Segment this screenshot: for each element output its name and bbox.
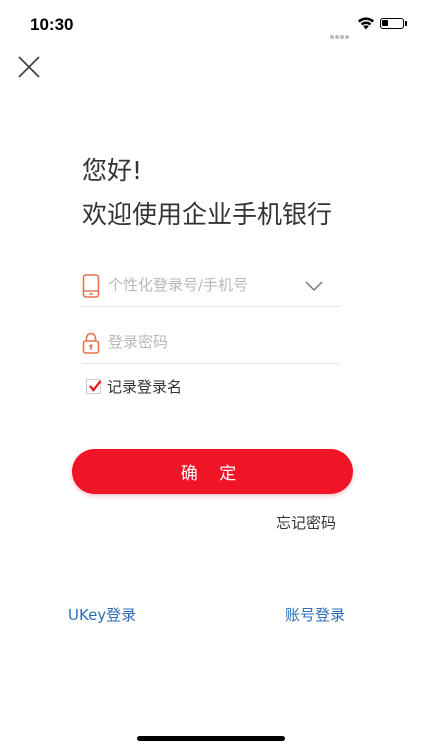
close-icon [18, 56, 40, 78]
battery-cap [405, 21, 407, 26]
account-login-link[interactable]: 账号登录 [285, 604, 345, 625]
remember-label: 记录登录名 [107, 377, 183, 396]
password-input[interactable] [108, 329, 298, 355]
close-button[interactable] [14, 52, 44, 82]
confirm-button[interactable]: 确 定 [72, 449, 353, 494]
checkmark-icon [89, 379, 102, 392]
status-bar: 10:30 [0, 0, 422, 50]
lock-icon [82, 332, 100, 354]
home-indicator[interactable] [137, 736, 285, 741]
status-time: 10:30 [30, 15, 74, 34]
cellular-signal-icon [330, 24, 352, 39]
chevron-down-icon[interactable] [304, 280, 324, 292]
ukey-login-link[interactable]: UKey登录 [68, 604, 136, 625]
battery-icon [380, 18, 404, 29]
remember-login-toggle[interactable]: 记录登录名 [86, 375, 182, 397]
remember-checkbox[interactable] [86, 378, 102, 394]
greeting-title: 您好! [82, 156, 143, 185]
greeting-subtitle: 欢迎使用企业手机银行 [82, 200, 333, 229]
username-field [82, 266, 340, 307]
phone-icon [82, 274, 100, 298]
password-field [82, 323, 340, 364]
forgot-password-link[interactable]: 忘记密码 [276, 512, 336, 533]
wifi-icon [358, 17, 374, 30]
username-input[interactable] [108, 272, 298, 298]
